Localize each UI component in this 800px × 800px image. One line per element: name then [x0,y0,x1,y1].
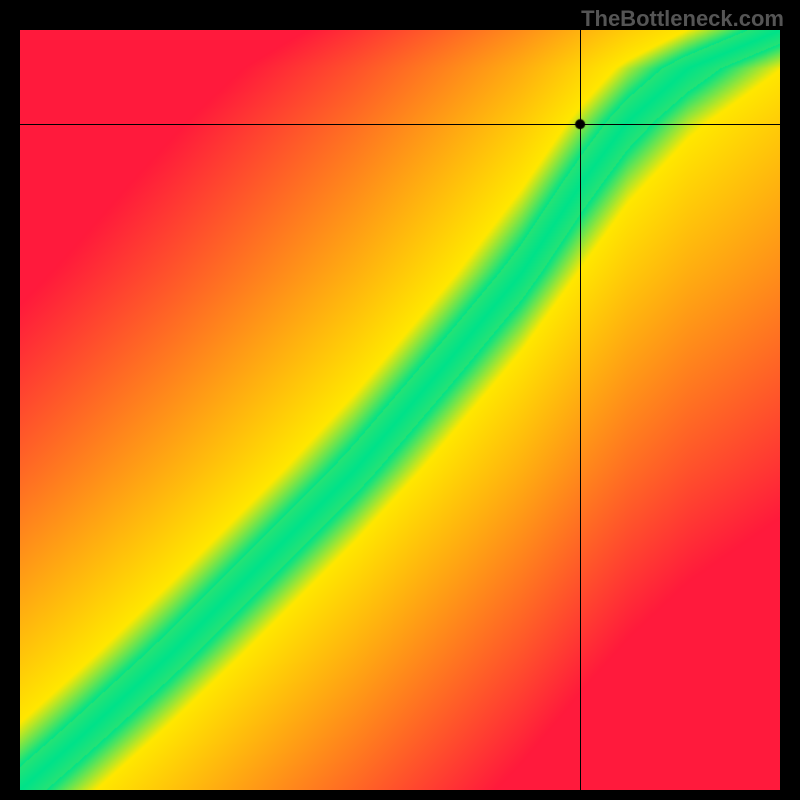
chart-container: TheBottleneck.com [0,0,800,800]
watermark-text: TheBottleneck.com [581,6,784,32]
marker-dot [0,0,800,800]
